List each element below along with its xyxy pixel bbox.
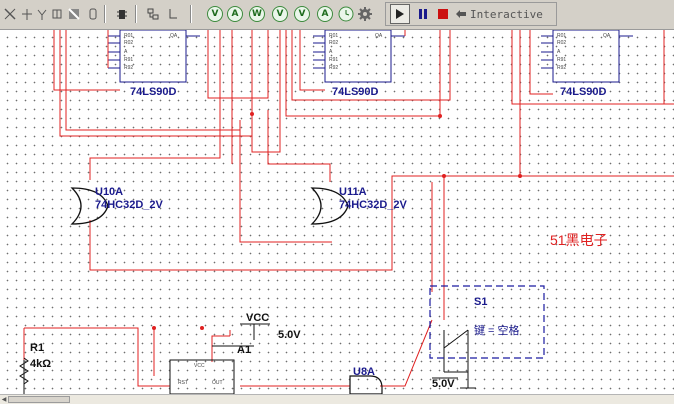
a1-pin-out: OUT xyxy=(212,380,223,386)
counter-pin-label: R92 xyxy=(557,65,567,71)
a1-ref[interactable]: A1 xyxy=(237,344,251,356)
counter-pin-label: R91 xyxy=(329,57,339,63)
resistor-r1-value: 4kΩ xyxy=(30,358,52,370)
scroll-left-icon[interactable]: ◀ xyxy=(0,395,8,404)
probe-icon[interactable] xyxy=(2,4,18,24)
a1-pin-vcc: VCC xyxy=(194,363,205,369)
resistor-r1-ref[interactable]: R1 xyxy=(30,342,44,354)
switch-supply-voltage-label: 5.0V xyxy=(432,378,455,390)
gate-u11a-type: 74HC32D_2V xyxy=(339,199,407,211)
dc-voltmeter-icon[interactable]: V xyxy=(270,4,290,24)
schematic-wires xyxy=(19,30,674,394)
clock-icon[interactable] xyxy=(337,4,355,24)
counter-u2-label[interactable]: 74LS90D xyxy=(332,86,378,98)
counter-pin-label: R92 xyxy=(124,65,134,71)
u8a-body xyxy=(349,375,383,394)
vcc-label: VCC xyxy=(246,312,270,324)
watermark-label: 51黑电子 xyxy=(550,232,608,248)
counter-pin-label: R02 xyxy=(124,40,134,46)
counter-pin-label: QA xyxy=(603,33,611,39)
run-button[interactable] xyxy=(390,4,410,24)
toolbar-separator xyxy=(190,5,192,23)
switch-s1-ref[interactable]: S1 xyxy=(474,296,487,308)
counter-pin-label: R91 xyxy=(124,57,134,63)
return-icon[interactable] xyxy=(166,4,180,24)
counter-pin-label: R91 xyxy=(557,57,567,63)
toolbar-separator xyxy=(104,5,106,23)
counter-u3-label[interactable]: 74LS90D xyxy=(560,86,606,98)
counter-pin-label: QA xyxy=(375,33,383,39)
pause-button[interactable] xyxy=(415,4,431,24)
chip-icon[interactable] xyxy=(115,4,129,24)
tag-icon[interactable] xyxy=(86,4,100,24)
counter-pin-label: R01 xyxy=(329,33,339,39)
gate-u10a-type: 74HC32D_2V xyxy=(95,199,163,211)
junction-icon[interactable] xyxy=(20,4,34,24)
counter-pin-label: R01 xyxy=(124,33,134,39)
bus-icon[interactable] xyxy=(35,4,49,24)
power-wiring xyxy=(23,323,469,394)
ammeter-icon[interactable]: A xyxy=(226,4,244,24)
counter-pin-label: R02 xyxy=(557,40,567,46)
simulation-toolbar: V A W V V A Interactive xyxy=(0,0,674,30)
switch-s1-key-label: 键 = 空格 xyxy=(474,325,520,337)
u8a-ref[interactable]: U8A xyxy=(353,366,375,378)
interactive-mode-label[interactable]: Interactive xyxy=(470,4,543,24)
interactive-mode-icon xyxy=(454,4,468,24)
simulation-controls: Interactive xyxy=(385,2,557,26)
toolbar-separator xyxy=(135,5,137,23)
a1-pin-rst: RST xyxy=(178,380,188,386)
counter-pin-label: QA xyxy=(170,33,178,39)
counter-pin-label: R02 xyxy=(329,40,339,46)
counter-pin-label: A xyxy=(124,49,128,55)
wire-junctions xyxy=(152,112,522,330)
current-probe-icon[interactable]: A xyxy=(316,4,334,24)
counter-u1-label[interactable]: 74LS90D xyxy=(130,86,176,98)
stop-button[interactable] xyxy=(435,4,451,24)
gate-u11a-ref[interactable]: U11A xyxy=(339,186,367,198)
gate-u10a-ref[interactable]: U10A xyxy=(95,186,123,198)
horizontal-scrollbar[interactable]: ◀ xyxy=(0,394,674,404)
scrollbar-thumb[interactable] xyxy=(8,396,70,403)
wattmeter-icon[interactable]: W xyxy=(248,4,266,24)
voltmeter-icon[interactable]: V xyxy=(206,4,224,24)
connector-icon[interactable] xyxy=(50,4,64,24)
schematic-canvas[interactable]: R01 R02 A R91 R92 QA R01 R02 A R91 R92 Q… xyxy=(0,30,674,394)
counter-pin-label: R92 xyxy=(329,65,339,71)
counter-pin-label: A xyxy=(329,49,333,55)
hierarchy-icon[interactable] xyxy=(146,4,160,24)
vcc-voltage-label: 5.0V xyxy=(278,329,301,341)
ac-voltmeter-icon[interactable]: V xyxy=(292,4,312,24)
counter-pin-label: R01 xyxy=(557,33,567,39)
counter-pin-label: A xyxy=(557,49,561,55)
settings-icon[interactable] xyxy=(357,4,373,24)
no-erc-icon[interactable] xyxy=(66,4,82,24)
